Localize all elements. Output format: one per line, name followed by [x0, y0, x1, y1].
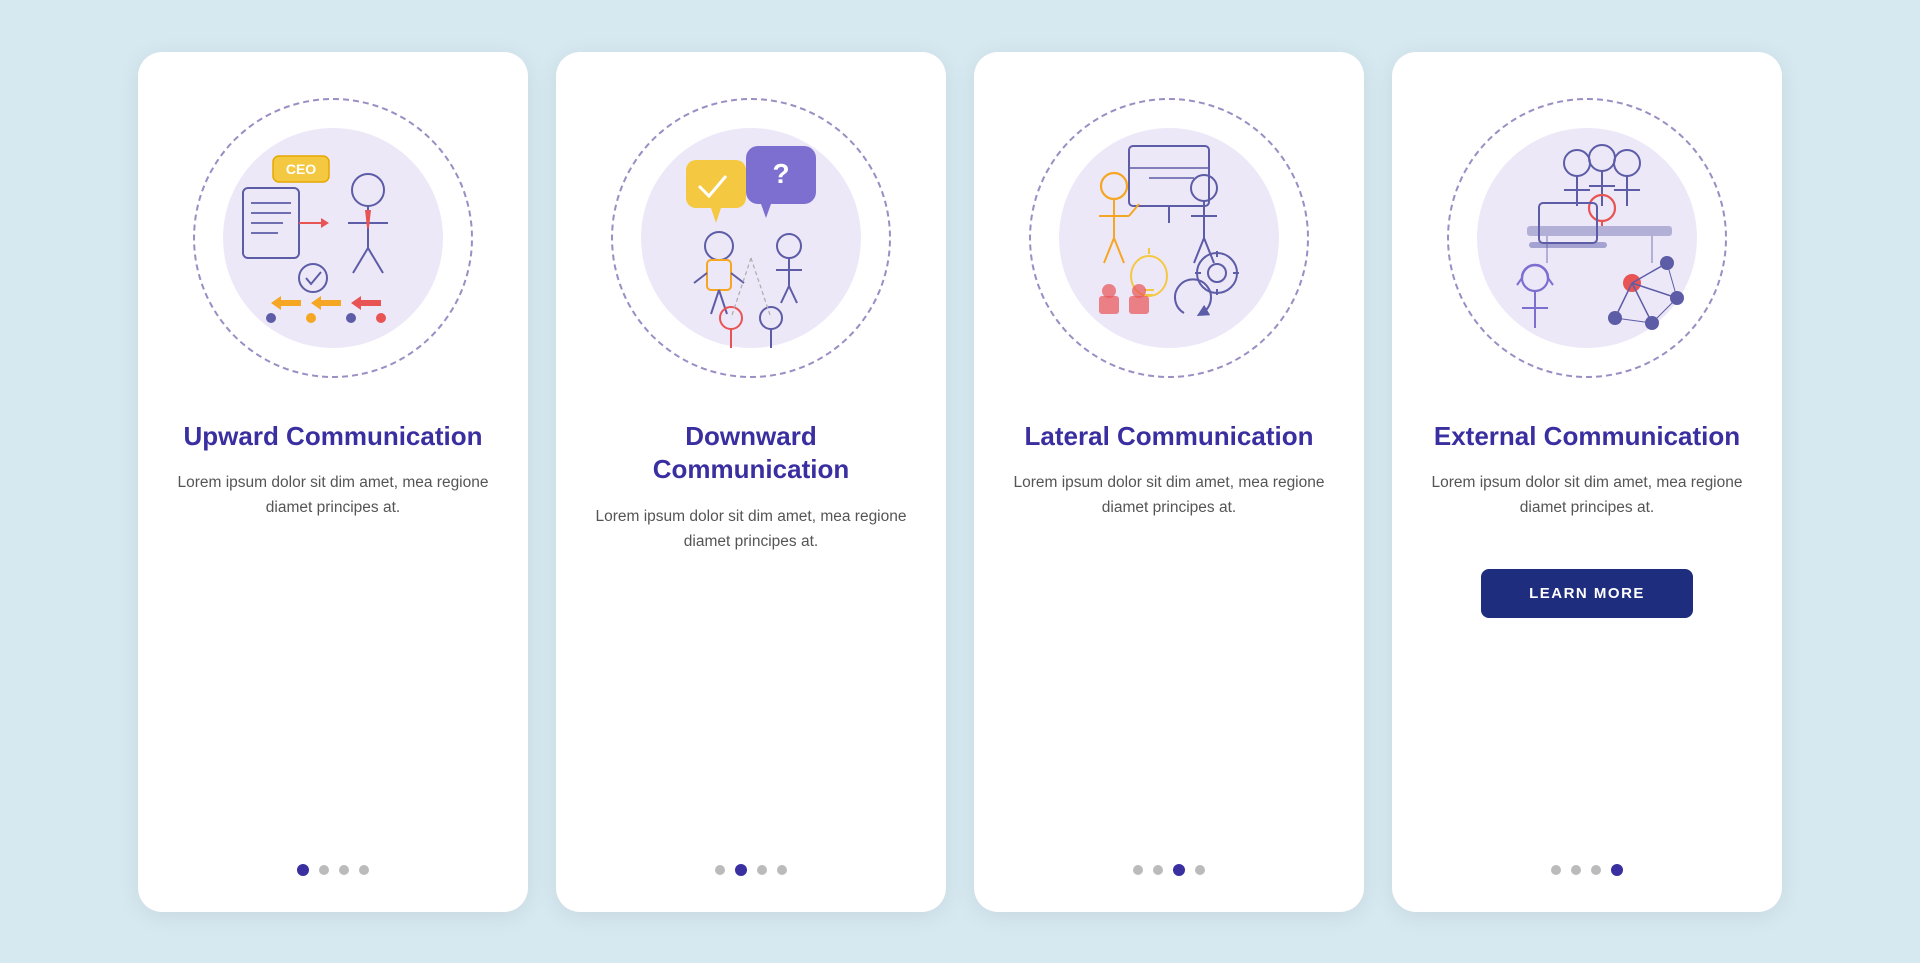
svg-upward: CEO: [203, 108, 463, 368]
dot-4[interactable]: [1195, 865, 1205, 875]
svg-external: [1457, 108, 1717, 368]
card-body-external: Lorem ipsum dolor sit dim amet, mea regi…: [1424, 471, 1750, 521]
cards-container: CEO: [138, 52, 1782, 912]
card-title-external: External Communication: [1434, 420, 1740, 454]
illustration-downward: ?: [601, 88, 901, 388]
dot-1[interactable]: [297, 864, 309, 876]
dot-4[interactable]: [359, 865, 369, 875]
dot-3[interactable]: [1173, 864, 1185, 876]
dot-2[interactable]: [1571, 865, 1581, 875]
dots-external: [1551, 864, 1623, 876]
dot-4[interactable]: [1611, 864, 1623, 876]
illustration-upward: CEO: [183, 88, 483, 388]
card-external: External Communication Lorem ipsum dolor…: [1392, 52, 1782, 912]
dot-2[interactable]: [1153, 865, 1163, 875]
card-body-downward: Lorem ipsum dolor sit dim amet, mea regi…: [588, 505, 914, 555]
dot-1[interactable]: [715, 865, 725, 875]
svg-text:CEO: CEO: [286, 161, 316, 177]
card-body-lateral: Lorem ipsum dolor sit dim amet, mea regi…: [1006, 471, 1332, 521]
svg-downward: ?: [621, 108, 881, 368]
svg-lateral: [1039, 108, 1299, 368]
dot-1[interactable]: [1133, 865, 1143, 875]
dot-3[interactable]: [757, 865, 767, 875]
card-title-downward: Downward Communication: [588, 420, 914, 488]
dot-3[interactable]: [1591, 865, 1601, 875]
card-upward: CEO: [138, 52, 528, 912]
card-title-lateral: Lateral Communication: [1025, 420, 1314, 454]
card-body-upward: Lorem ipsum dolor sit dim amet, mea regi…: [170, 471, 496, 521]
dot-2[interactable]: [319, 865, 329, 875]
svg-text:?: ?: [772, 158, 789, 189]
card-downward: ?: [556, 52, 946, 912]
card-lateral: Lateral Communication Lorem ipsum dolor …: [974, 52, 1364, 912]
dots-upward: [297, 864, 369, 876]
learn-more-button[interactable]: LEARN MORE: [1481, 569, 1693, 618]
dots-lateral: [1133, 864, 1205, 876]
dot-3[interactable]: [339, 865, 349, 875]
illustration-external: [1437, 88, 1737, 388]
dot-2[interactable]: [735, 864, 747, 876]
dot-4[interactable]: [777, 865, 787, 875]
dots-downward: [715, 864, 787, 876]
card-title-upward: Upward Communication: [183, 420, 482, 454]
illustration-lateral: [1019, 88, 1319, 388]
dot-1[interactable]: [1551, 865, 1561, 875]
